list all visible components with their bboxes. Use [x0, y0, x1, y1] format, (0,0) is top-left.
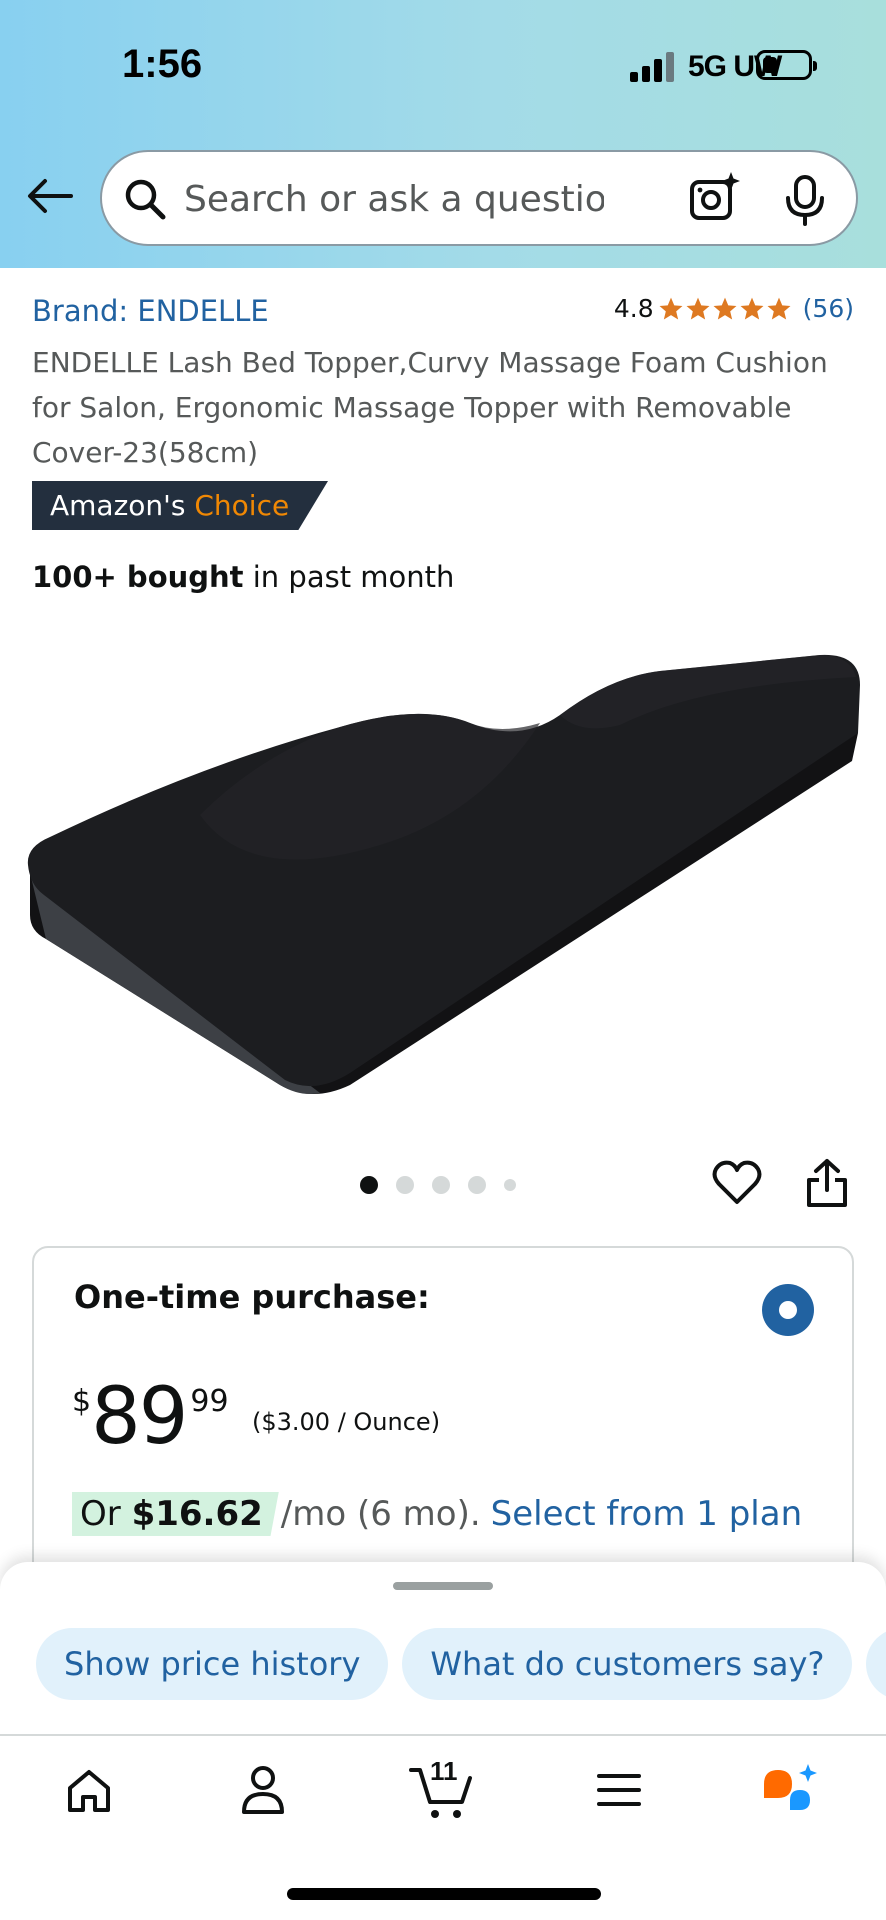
installment-prefix: Or [80, 1494, 132, 1534]
price-whole: 89 [91, 1372, 188, 1462]
one-time-purchase-radio[interactable] [762, 1284, 814, 1336]
carousel-dot[interactable] [468, 1176, 486, 1194]
heart-icon[interactable] [712, 1160, 762, 1206]
badge-label-choice: Choice [194, 489, 290, 522]
badge-label-amazons: Amazon's [50, 489, 186, 522]
rating-summary[interactable]: 4.8 (56) [614, 294, 854, 323]
installment-highlight: Or $16.62 [72, 1492, 279, 1536]
search-input[interactable] [184, 172, 604, 226]
chip-price-history[interactable]: Show price history [36, 1628, 389, 1700]
star-icon [767, 297, 791, 320]
share-icon[interactable] [805, 1158, 849, 1208]
bought-count: 100+ bought [32, 560, 244, 594]
review-count: (56) [802, 294, 854, 323]
carousel-dot[interactable] [396, 1176, 414, 1194]
installment-offer: Or $16.62 /mo (6 mo). Select from 1 plan [72, 1492, 802, 1536]
app-header: 1:56 5G UW [0, 0, 886, 268]
carousel-dot[interactable] [504, 1179, 516, 1191]
select-plan-link[interactable]: Select from 1 plan [491, 1494, 802, 1534]
star-icon [713, 297, 737, 320]
rating-score: 4.8 [613, 294, 654, 323]
microphone-icon[interactable] [782, 174, 828, 226]
installment-term: /mo (6 mo). [280, 1494, 481, 1534]
price-fraction: 99 [190, 1384, 229, 1419]
signal-icon [630, 52, 676, 82]
installment-amount: $16.62 [131, 1494, 263, 1534]
brand-link[interactable]: Brand: ENDELLE [32, 294, 269, 328]
chip-truncated[interactable]: Do [866, 1628, 886, 1700]
carousel-dot[interactable] [432, 1176, 450, 1194]
back-button[interactable] [24, 170, 76, 222]
bought-period: in past month [243, 560, 455, 594]
home-indicator [287, 1888, 601, 1900]
amazons-choice-badge[interactable]: Amazon's Choice [32, 481, 328, 530]
product-title: ENDELLE Lash Bed Topper,Curvy Massage Fo… [32, 346, 828, 469]
menu-icon[interactable] [596, 1772, 642, 1808]
back-arrow-icon [28, 179, 73, 213]
sheet-grabber[interactable] [393, 1582, 493, 1590]
battery-icon [756, 50, 817, 80]
suggestions-sheet: Show price history What do customers say… [0, 1562, 886, 1736]
bought-in-past-month: 100+ bought in past month [32, 560, 454, 594]
rufus-assistant-icon[interactable] [760, 1762, 824, 1818]
star-icon [659, 297, 683, 320]
purchase-type-label: One-time purchase: [74, 1278, 430, 1316]
price-currency: $ [72, 1384, 92, 1419]
camera-lens-icon[interactable] [686, 170, 742, 226]
home-icon[interactable] [64, 1766, 114, 1816]
star-icon [740, 297, 764, 320]
cart-count-badge: 11 [430, 1756, 458, 1786]
star-icon [686, 297, 710, 320]
search-icon [125, 179, 166, 220]
chip-customers-say[interactable]: What do customers say? [402, 1628, 853, 1700]
unit-price: ($3.00 / Ounce) [252, 1408, 441, 1436]
image-carousel-dots[interactable] [360, 1176, 534, 1194]
status-time: 1:56 [122, 42, 203, 86]
account-icon[interactable] [240, 1764, 286, 1816]
search-bar[interactable] [100, 150, 858, 246]
product-image[interactable] [0, 615, 886, 1115]
carousel-dot[interactable] [360, 1176, 378, 1194]
suggestion-chips: Show price history What do customers say… [36, 1628, 886, 1700]
price: $ 89 99 [72, 1372, 229, 1462]
star-rating [658, 296, 793, 322]
